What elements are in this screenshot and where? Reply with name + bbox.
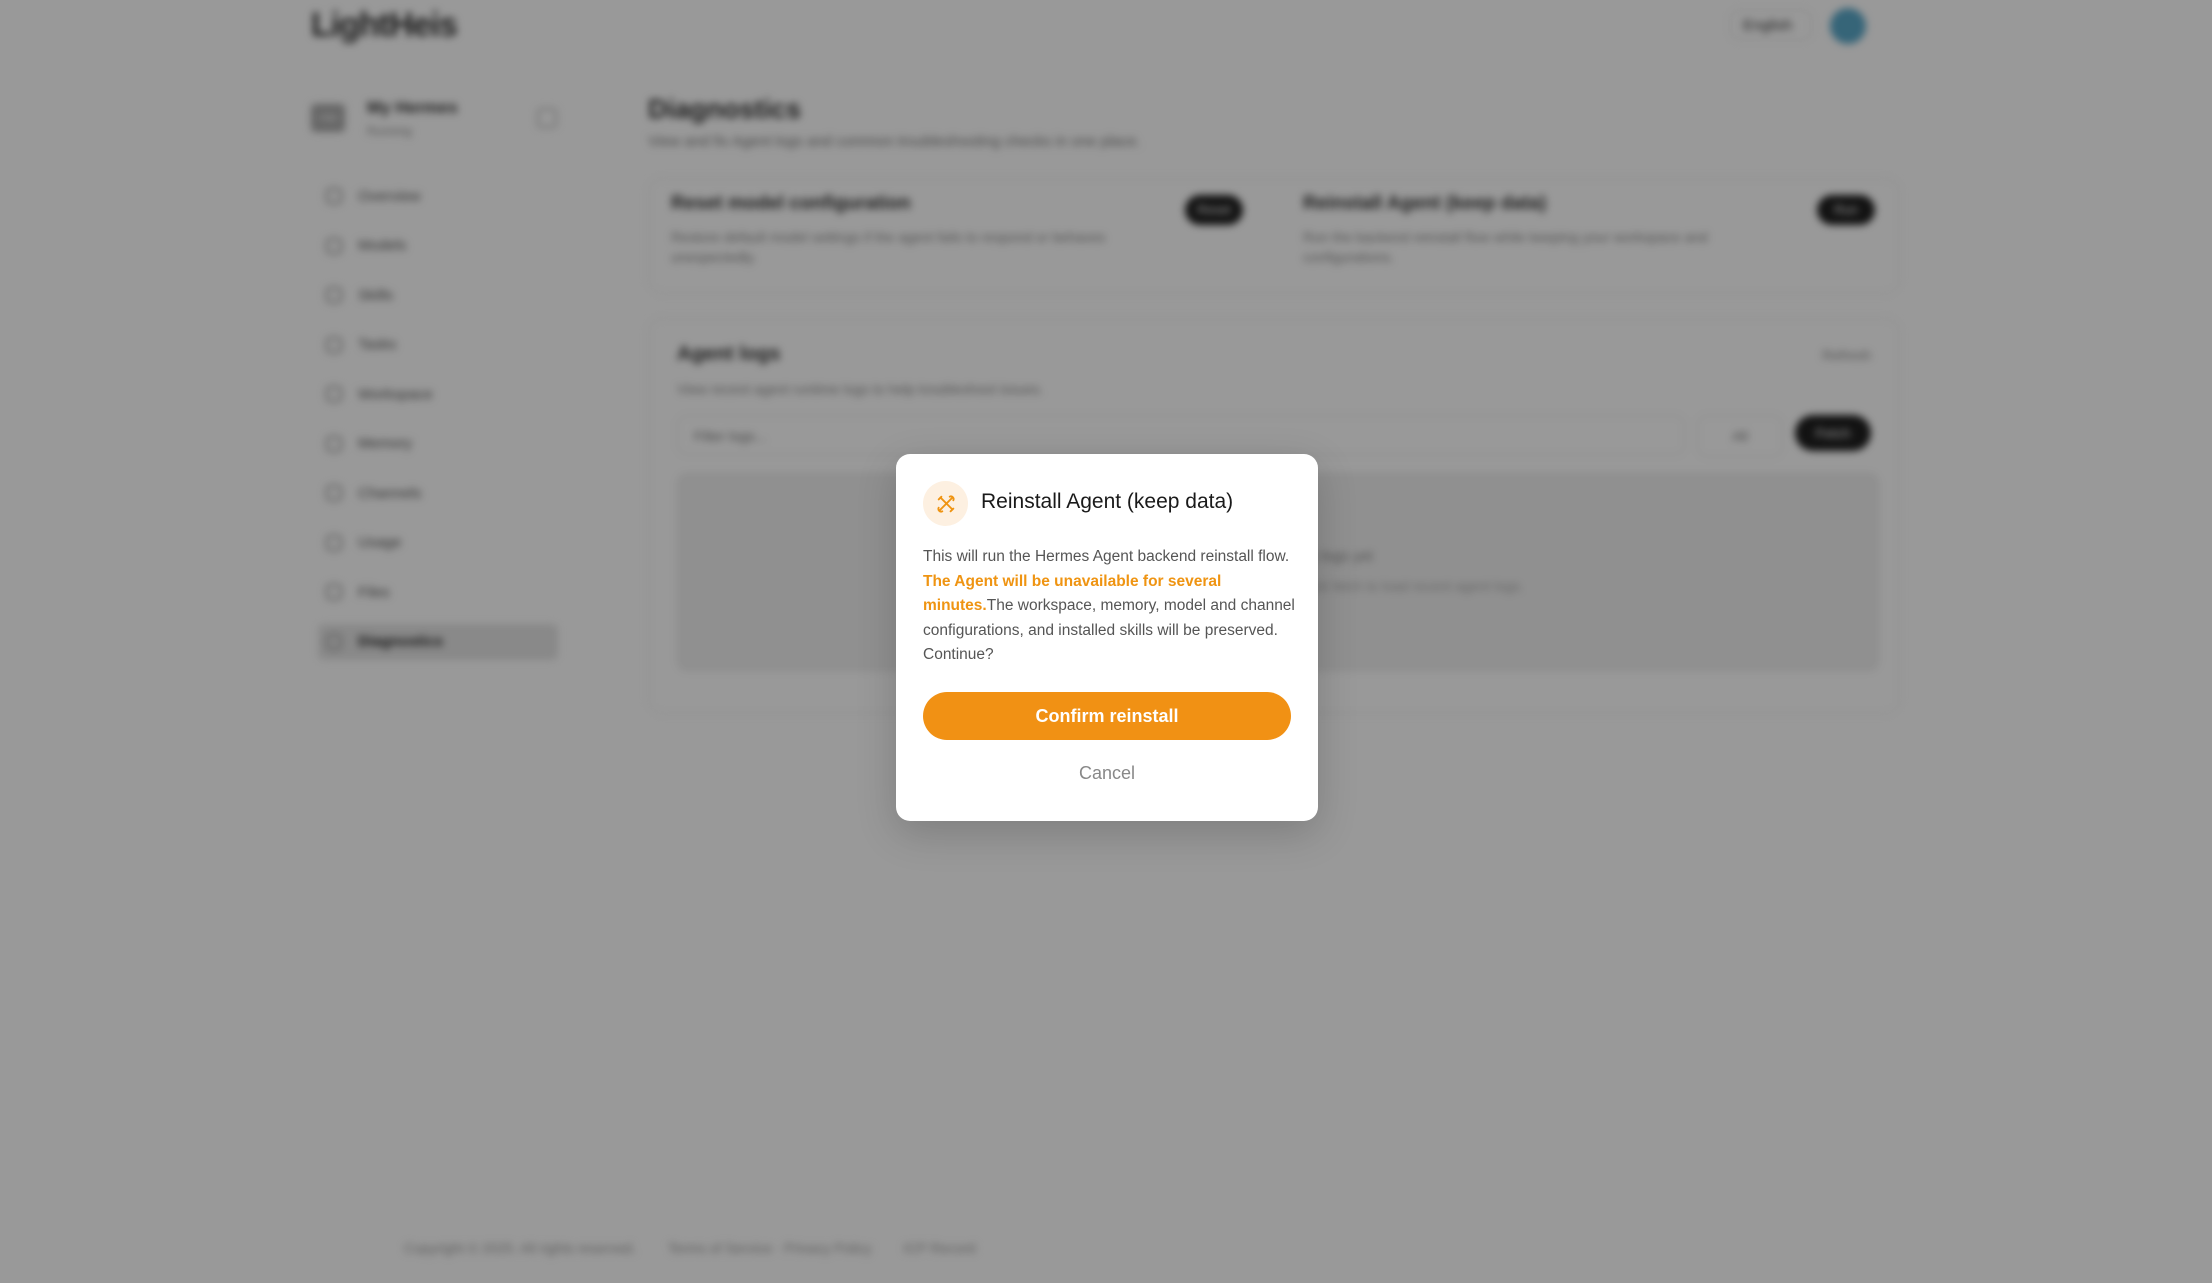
dialog-message: This will run the Hermes Agent backend r… bbox=[923, 545, 1295, 668]
cancel-button[interactable]: Cancel bbox=[923, 758, 1291, 788]
tools-icon bbox=[937, 495, 954, 512]
reinstall-dialog: Reinstall Agent (keep data) This will ru… bbox=[896, 454, 1318, 821]
confirm-reinstall-button[interactable]: Confirm reinstall bbox=[923, 692, 1291, 740]
dialog-message-intro: This will run the Hermes Agent backend r… bbox=[923, 548, 1290, 565]
dialog-icon-badge bbox=[923, 481, 968, 526]
dialog-title: Reinstall Agent (keep data) bbox=[981, 490, 1234, 513]
